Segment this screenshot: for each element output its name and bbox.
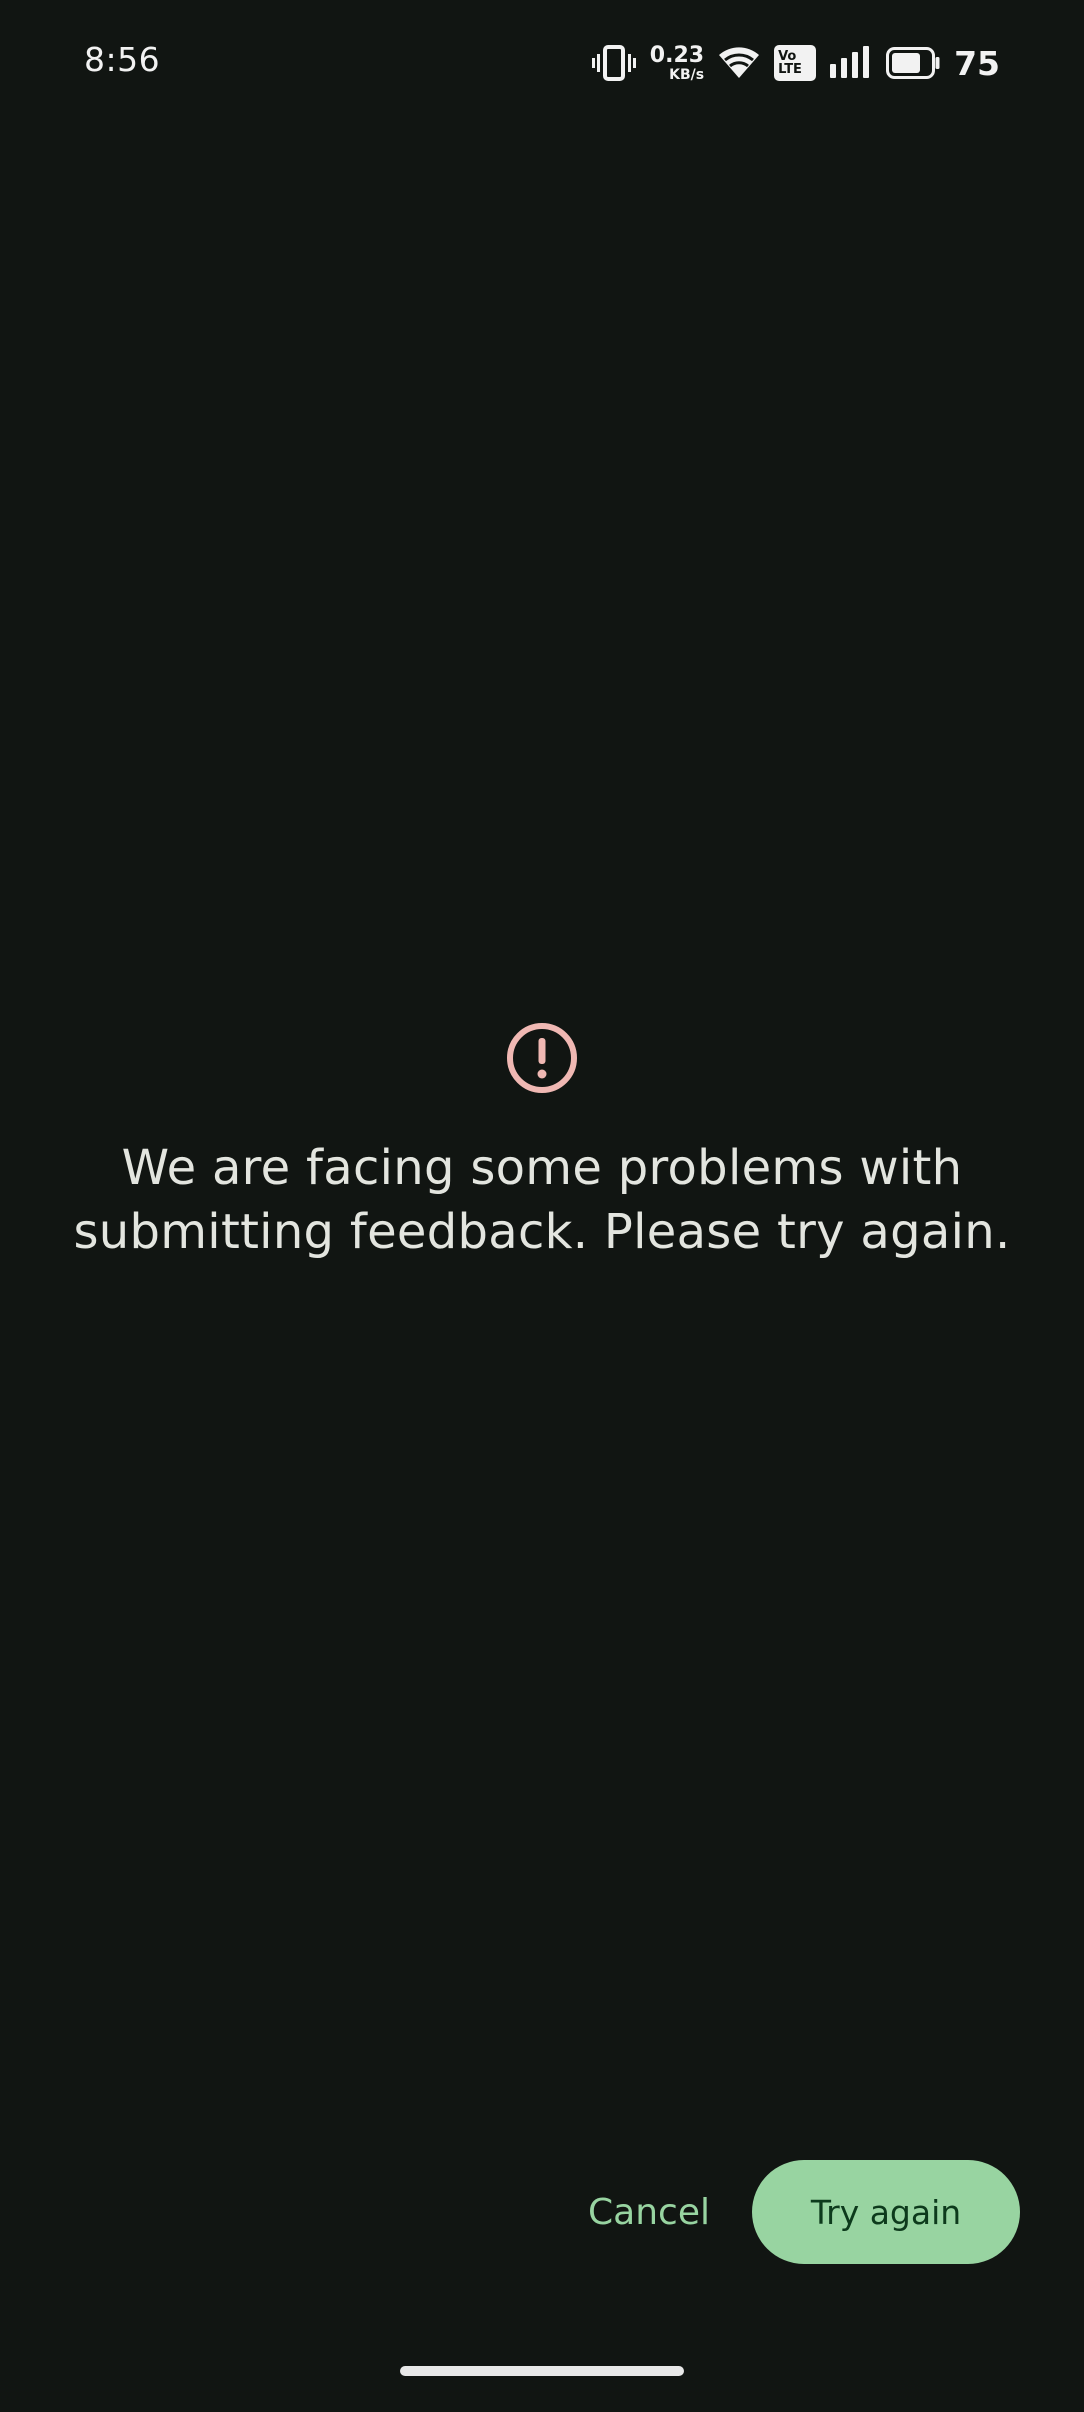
volte-bottom-text: LTE — [778, 62, 802, 77]
try-again-button[interactable]: Try again — [752, 2160, 1020, 2264]
vibrate-icon — [591, 45, 636, 81]
feedback-error-screen: 8:56 0.23 KB/s Vo LTE 75 We are facing s… — [0, 0, 1084, 2412]
network-speed: 0.23 KB/s — [649, 42, 705, 83]
wifi-icon — [718, 46, 760, 80]
error-message: We are facing some problems with submitt… — [73, 1140, 1011, 1260]
battery-icon — [886, 47, 940, 79]
battery-percent: 75 — [954, 43, 1000, 83]
home-gesture-bar[interactable] — [400, 2366, 684, 2376]
volte-icon: Vo LTE — [774, 45, 817, 81]
signal-icon — [830, 46, 872, 80]
status-time: 8:56 — [84, 40, 161, 79]
error-icon — [506, 1022, 578, 1094]
network-speed-value: 0.23 — [649, 42, 705, 68]
cancel-button[interactable]: Cancel — [568, 2160, 730, 2264]
network-speed-unit: KB/s — [669, 66, 705, 83]
status-icons: 0.23 KB/s Vo LTE 75 — [591, 36, 1000, 90]
status-bar: 8:56 0.23 KB/s Vo LTE 75 — [0, 0, 1084, 124]
